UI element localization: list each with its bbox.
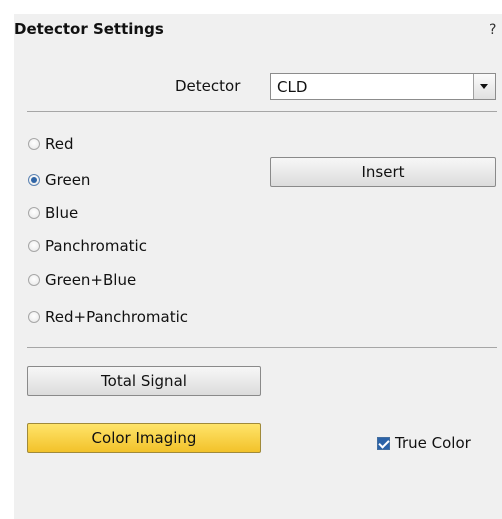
detector-select-value: CLD bbox=[277, 78, 308, 96]
panel-title: Detector Settings bbox=[14, 20, 164, 38]
divider-top bbox=[27, 111, 497, 112]
radio-red-panchromatic[interactable]: Red+Panchromatic bbox=[28, 307, 188, 327]
radio-button-icon[interactable] bbox=[28, 311, 40, 323]
radio-label: Panchromatic bbox=[45, 237, 147, 255]
checkbox-checked-icon[interactable] bbox=[377, 436, 390, 450]
radio-button-icon[interactable] bbox=[28, 274, 40, 286]
radio-blue[interactable]: Blue bbox=[28, 203, 78, 223]
radio-button-icon[interactable] bbox=[28, 240, 40, 252]
chevron-down-icon[interactable] bbox=[473, 74, 495, 99]
total-signal-button[interactable]: Total Signal bbox=[27, 366, 261, 396]
radio-button-selected-icon[interactable] bbox=[28, 174, 40, 186]
color-imaging-button[interactable]: Color Imaging bbox=[27, 423, 261, 453]
radio-green[interactable]: Green bbox=[28, 170, 90, 190]
radio-button-icon[interactable] bbox=[28, 138, 40, 150]
radio-panchromatic[interactable]: Panchromatic bbox=[28, 236, 147, 256]
radio-green-blue[interactable]: Green+Blue bbox=[28, 270, 136, 290]
true-color-checkbox[interactable]: True Color bbox=[377, 433, 471, 453]
divider-bottom bbox=[27, 347, 497, 348]
help-button[interactable]: ? bbox=[489, 22, 496, 38]
radio-label: Red bbox=[45, 135, 74, 153]
true-color-label: True Color bbox=[395, 434, 471, 452]
radio-button-icon[interactable] bbox=[28, 207, 40, 219]
insert-button[interactable]: Insert bbox=[270, 157, 496, 187]
detector-label: Detector bbox=[175, 77, 241, 95]
radio-label: Green bbox=[45, 171, 91, 189]
radio-label: Red+Panchromatic bbox=[45, 308, 189, 326]
radio-red[interactable]: Red bbox=[28, 134, 74, 154]
radio-label: Blue bbox=[45, 204, 79, 222]
radio-label: Green+Blue bbox=[45, 271, 137, 289]
detector-select[interactable]: CLD bbox=[270, 73, 496, 100]
